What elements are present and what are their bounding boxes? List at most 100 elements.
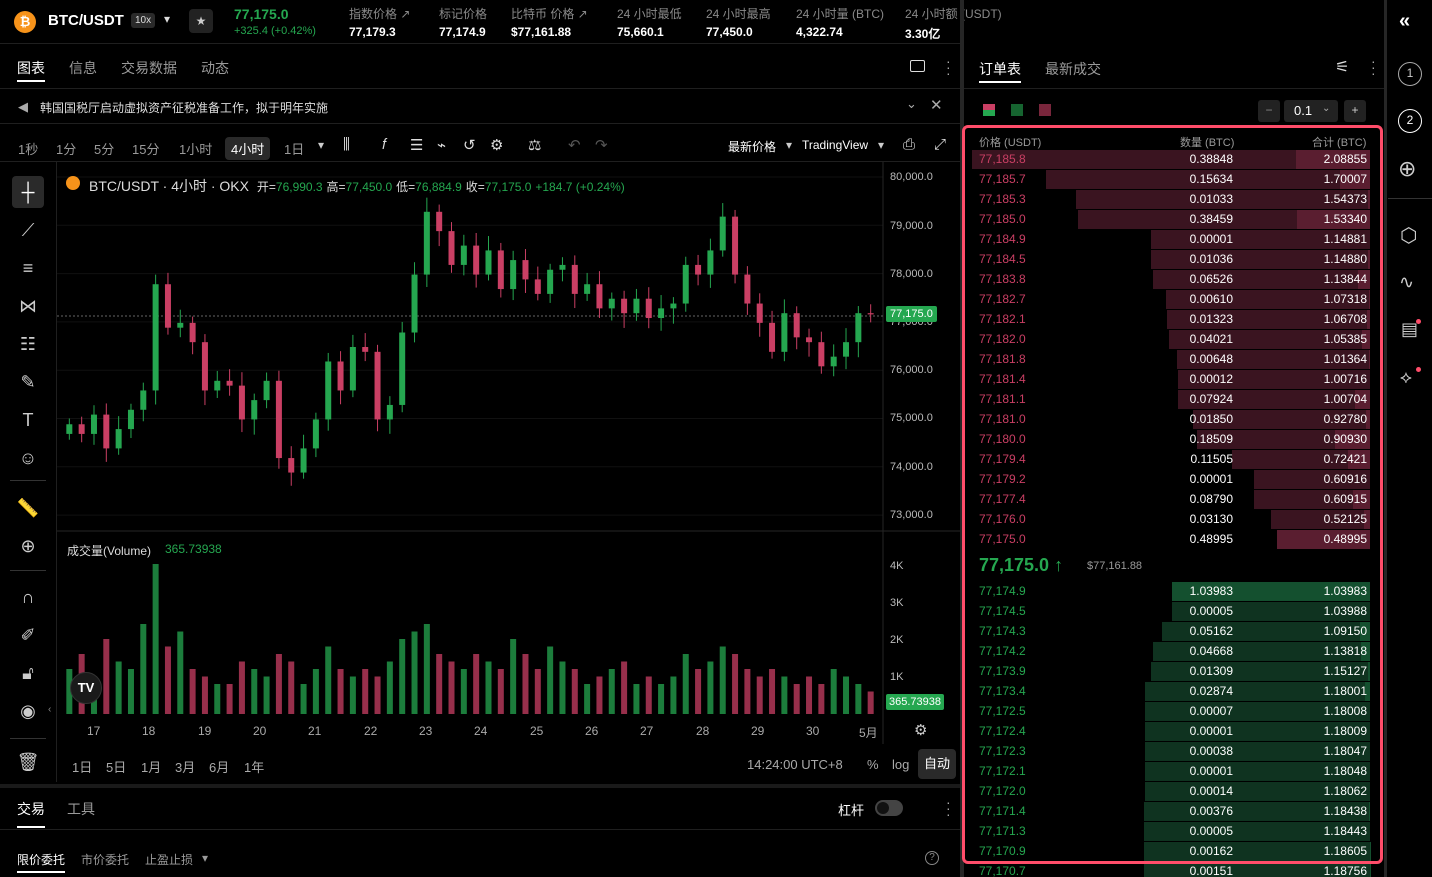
auto-scale-toggle[interactable]: 自动	[918, 749, 956, 779]
ob-price[interactable]: 77,184.9	[979, 232, 1026, 246]
leverage-toggle[interactable]	[875, 800, 903, 816]
ob-price[interactable]: 77,180.0	[979, 432, 1026, 446]
ask-row[interactable]: 77,185.7 0.15634 1.70007	[972, 169, 1370, 189]
unlock-icon[interactable]: 🔓︎	[12, 657, 44, 689]
ob-price[interactable]: 77,172.1	[979, 764, 1026, 778]
symbol-name[interactable]: BTC/USDT	[48, 12, 124, 29]
bid-row[interactable]: 77,174.5 0.00005 1.03988	[972, 601, 1370, 621]
ask-row[interactable]: 77,181.1 0.07924 1.00704	[972, 389, 1370, 409]
ob-price[interactable]: 77,179.4	[979, 452, 1026, 466]
range-3m[interactable]: 3月	[175, 757, 195, 776]
ob-price[interactable]: 77,174.5	[979, 604, 1026, 618]
bid-row[interactable]: 77,174.3 0.05162 1.09150	[972, 621, 1370, 641]
ob-price[interactable]: 77,170.7	[979, 864, 1026, 877]
ob-price[interactable]: 77,185.3	[979, 192, 1026, 206]
ob-price[interactable]: 77,172.5	[979, 704, 1026, 718]
camera-icon[interactable]: ⎙	[903, 136, 915, 153]
ob-price[interactable]: 77,175.0	[979, 532, 1026, 546]
ask-row[interactable]: 77,180.0 0.18509 0.90930	[972, 429, 1370, 449]
book-both-icon[interactable]	[983, 104, 995, 116]
settings-gear-icon[interactable]: ⚙	[914, 721, 927, 739]
tab-orderbook[interactable]: 订单表	[979, 59, 1021, 79]
chevron-down-icon[interactable]: ▾	[318, 138, 324, 152]
tf-1s[interactable]: 1秒	[12, 137, 44, 160]
tab-info[interactable]: 信息	[69, 58, 97, 78]
ob-price[interactable]: 77,173.9	[979, 664, 1026, 678]
close-icon[interactable]: ✕	[930, 96, 943, 114]
pulse-icon[interactable]: ∿	[1399, 272, 1414, 293]
parallel-lines-icon[interactable]: ≡	[12, 252, 44, 284]
chevron-down-icon[interactable]: ▾	[786, 138, 792, 152]
ob-price[interactable]: 77,170.9	[979, 844, 1026, 858]
indicators-icon[interactable]: 𝑓	[382, 136, 387, 153]
collapse-arrow-icon[interactable]: ‹	[48, 704, 51, 715]
candlestick-chart[interactable]	[57, 162, 960, 744]
ob-price[interactable]: 77,172.3	[979, 744, 1026, 758]
ob-price[interactable]: 77,174.3	[979, 624, 1026, 638]
bid-row[interactable]: 77,172.3 0.00038 1.18047	[972, 741, 1370, 761]
favorite-star-icon[interactable]: ★	[189, 9, 213, 33]
ask-row[interactable]: 77,181.8 0.00648 1.01364	[972, 349, 1370, 369]
ask-row[interactable]: 77,182.1 0.01323 1.06708	[972, 309, 1370, 329]
bid-row[interactable]: 77,173.4 0.02874 1.18001	[972, 681, 1370, 701]
log-toggle[interactable]: log	[892, 757, 909, 772]
range-1m[interactable]: 1月	[141, 757, 161, 776]
ask-row[interactable]: 77,184.5 0.01036 1.14880	[972, 249, 1370, 269]
pattern-icon[interactable]: ⋈	[12, 290, 44, 322]
ob-price[interactable]: 77,185.0	[979, 212, 1026, 226]
book-asks-icon[interactable]	[1039, 104, 1051, 116]
candle-type-icon[interactable]: ⫼	[343, 136, 350, 153]
magnet-icon[interactable]: ∩	[12, 581, 44, 613]
ask-row[interactable]: 77,181.4 0.00012 1.00716	[972, 369, 1370, 389]
more-vert-icon[interactable]: · · ·	[946, 54, 951, 80]
ask-row[interactable]: 77,179.2 0.00001 0.60916	[972, 469, 1370, 489]
tab-tools[interactable]: 工具	[67, 799, 95, 819]
ob-price[interactable]: 77,172.4	[979, 724, 1026, 738]
more-vert-icon[interactable]: · · ·	[1371, 54, 1376, 80]
btc-price-label[interactable]: 比特币 价格 ↗	[511, 5, 588, 22]
pencil-lock-icon[interactable]: ✐	[12, 619, 44, 651]
chevron-down-icon[interactable]: ⌄	[906, 96, 917, 112]
ob-price[interactable]: 77,171.4	[979, 804, 1026, 818]
tf-1d[interactable]: 1日	[278, 137, 310, 160]
ob-price[interactable]: 77,177.4	[979, 492, 1026, 506]
ask-row[interactable]: 77,185.0 0.38459 1.53340	[972, 209, 1370, 229]
ask-row[interactable]: 77,185.3 0.01033 1.54373	[972, 189, 1370, 209]
range-1d[interactable]: 1日	[72, 757, 92, 776]
ob-price[interactable]: 77,185.8	[979, 152, 1026, 166]
settings-gear-icon[interactable]: ⚙	[490, 136, 503, 154]
undo-icon[interactable]: ↶	[568, 136, 581, 154]
ob-price[interactable]: 77,182.7	[979, 292, 1026, 306]
trendline-icon[interactable]: ⟋	[12, 214, 44, 246]
tradingview-logo[interactable]: TV	[70, 672, 102, 704]
chevron-down-icon[interactable]: ▾	[202, 851, 208, 865]
chart-time[interactable]: 14:24:00 UTC+8	[747, 757, 843, 772]
bid-row[interactable]: 77,171.3 0.00005 1.18443	[972, 821, 1370, 841]
expand-icon[interactable]: ⤢	[934, 136, 946, 153]
filter-settings-icon[interactable]: ⚟	[1335, 57, 1349, 77]
fib-icon[interactable]: ☷	[12, 328, 44, 360]
percent-toggle[interactable]: %	[867, 757, 879, 772]
chevron-down-icon[interactable]: ▾	[878, 138, 884, 152]
ob-price[interactable]: 77,181.8	[979, 352, 1026, 366]
bid-row[interactable]: 77,174.9 1.03983 1.03983	[972, 581, 1370, 601]
order-type-tpsl[interactable]: 止盈止损	[145, 851, 193, 868]
ob-price[interactable]: 77,174.9	[979, 584, 1026, 598]
tf-4h[interactable]: 4小时	[225, 137, 271, 160]
ask-row[interactable]: 77,182.7 0.00610 1.07318	[972, 289, 1370, 309]
ask-row[interactable]: 77,179.4 0.11505 0.72421	[972, 449, 1370, 469]
trash-icon[interactable]: 🗑︎	[12, 746, 44, 778]
ob-price[interactable]: 77,182.0	[979, 332, 1026, 346]
ask-row[interactable]: 77,181.0 0.01850 0.92780	[972, 409, 1370, 429]
precision-decrease-button[interactable]: −	[1258, 100, 1280, 122]
bid-row[interactable]: 77,172.1 0.00001 1.18048	[972, 761, 1370, 781]
index-price-label[interactable]: 指数价格 ↗	[349, 5, 410, 22]
ob-price[interactable]: 77,181.1	[979, 392, 1026, 406]
ob-price[interactable]: 77,181.4	[979, 372, 1026, 386]
ob-price[interactable]: 77,179.2	[979, 472, 1026, 486]
bid-row[interactable]: 77,171.4 0.00376 1.18438	[972, 801, 1370, 821]
order-type-limit[interactable]: 限价委托	[17, 851, 65, 868]
tab-chart[interactable]: 图表	[17, 58, 45, 78]
ask-row[interactable]: 77,183.8 0.06526 1.13844	[972, 269, 1370, 289]
tab-feed[interactable]: 动态	[201, 58, 229, 78]
